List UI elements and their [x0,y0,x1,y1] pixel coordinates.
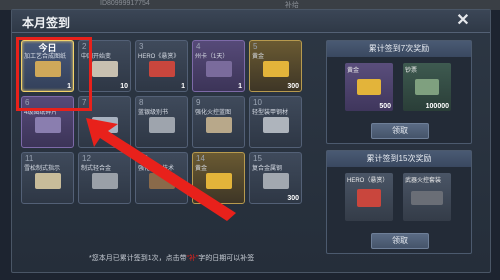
red-arrow-shape [86,118,236,221]
annotation-arrow [86,118,236,221]
